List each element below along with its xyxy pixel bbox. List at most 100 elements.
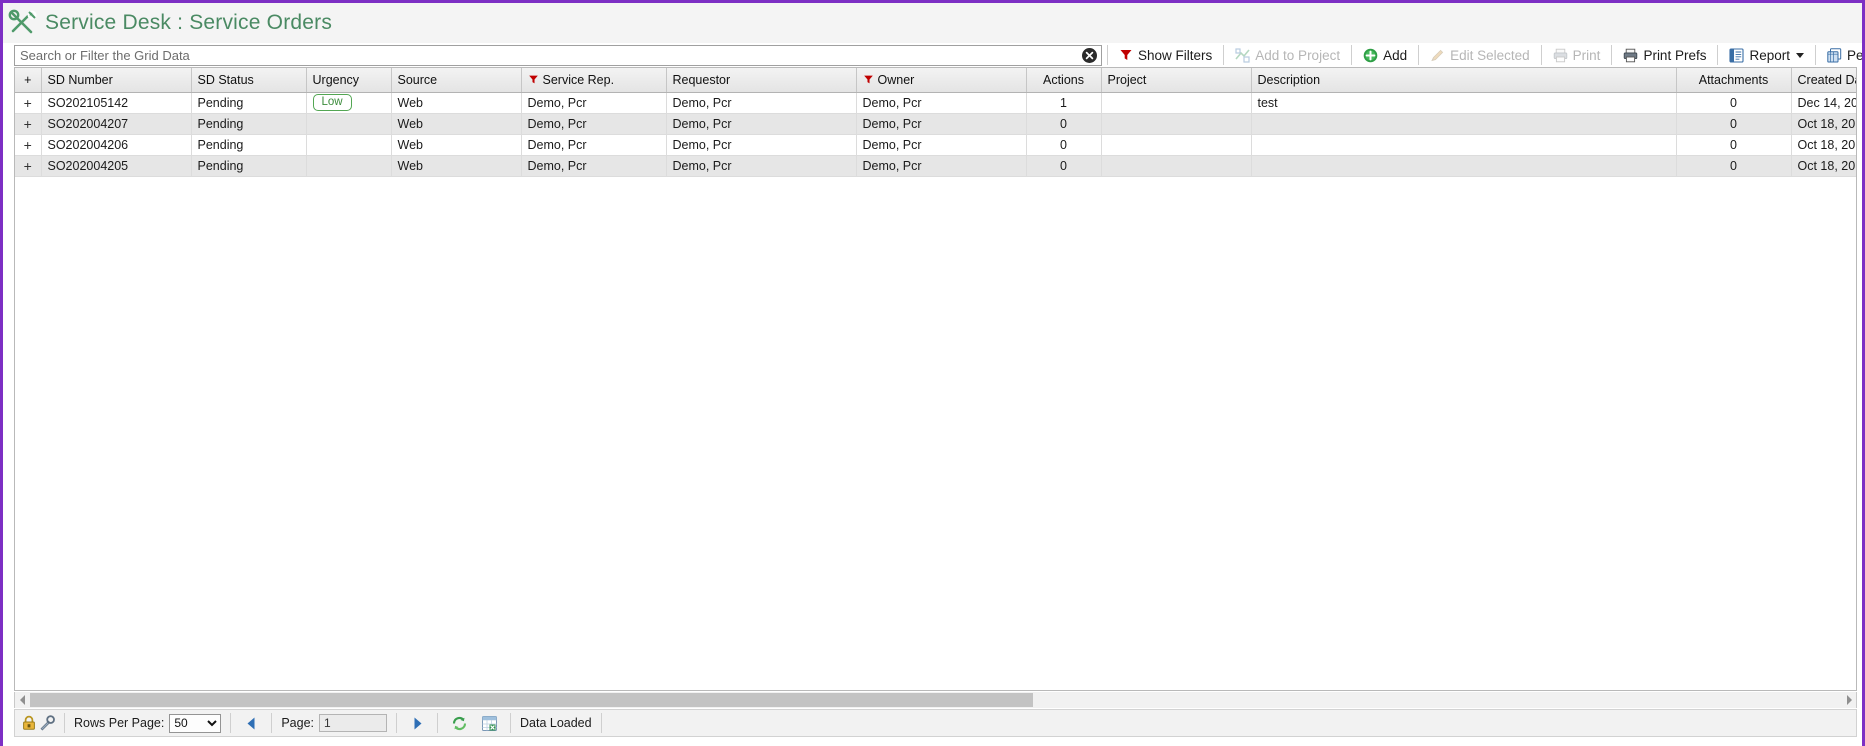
column-header-label: Source bbox=[398, 73, 438, 87]
cell-owner: Demo, Pcr bbox=[856, 92, 1026, 113]
cell-source: Web bbox=[391, 92, 521, 113]
status-separator-4 bbox=[396, 713, 397, 733]
show-filters-label: Show Filters bbox=[1138, 48, 1212, 63]
column-header-label: Actions bbox=[1043, 73, 1084, 87]
perspectives-icon bbox=[1827, 48, 1842, 63]
clear-search-icon[interactable] bbox=[1082, 48, 1097, 63]
scroll-right-icon[interactable] bbox=[1841, 692, 1856, 708]
cell-project bbox=[1101, 92, 1251, 113]
printer-prefs-icon bbox=[1623, 48, 1638, 63]
status-separator-3 bbox=[271, 713, 272, 733]
cell-sd_status: Pending bbox=[191, 155, 306, 176]
table-header: + SD Number SD Status Urgency Source Service … bbox=[15, 68, 1857, 92]
lock-icon[interactable] bbox=[21, 712, 37, 734]
edit-selected-button[interactable]: Edit Selected bbox=[1424, 44, 1536, 66]
column-header-project[interactable]: Project bbox=[1101, 68, 1251, 92]
column-header-label: Owner bbox=[878, 73, 915, 87]
prev-page-button[interactable] bbox=[240, 713, 262, 733]
cell-service_rep: Demo, Pcr bbox=[521, 113, 666, 134]
perspectives-button[interactable]: Perspectives bbox=[1821, 44, 1865, 66]
cell-sd_number: SO202004207 bbox=[41, 113, 191, 134]
refresh-icon[interactable] bbox=[447, 712, 471, 734]
toolbar-separator-7 bbox=[1717, 45, 1718, 65]
export-excel-icon[interactable] bbox=[477, 712, 501, 734]
rows-per-page-select[interactable]: 102550100 bbox=[169, 714, 221, 733]
add-to-project-icon bbox=[1235, 48, 1250, 63]
rows-per-page-group: Rows Per Page: 102550100 bbox=[74, 712, 221, 734]
expand-row-button[interactable]: + bbox=[15, 134, 41, 155]
status-message: Data Loaded bbox=[520, 716, 592, 730]
cell-urgency: Low bbox=[306, 92, 391, 113]
cell-attachments: 0 bbox=[1676, 113, 1791, 134]
cell-requestor: Demo, Pcr bbox=[666, 155, 856, 176]
add-label: Add bbox=[1383, 48, 1407, 63]
next-page-button[interactable] bbox=[406, 713, 428, 733]
cell-project bbox=[1101, 155, 1251, 176]
table-row[interactable]: +SO202004205PendingWebDemo, PcrDemo, Pcr… bbox=[15, 155, 1857, 176]
cell-created_date: Oct 18, 2019 bbox=[1791, 155, 1857, 176]
cell-actions: 1 bbox=[1026, 92, 1101, 113]
toolbar: Show Filters Add to Project bbox=[14, 43, 1857, 67]
column-header-actions[interactable]: Actions bbox=[1026, 68, 1101, 92]
add-to-project-button[interactable]: Add to Project bbox=[1229, 44, 1346, 66]
search-input[interactable] bbox=[14, 45, 1102, 66]
report-button[interactable]: Report bbox=[1723, 44, 1810, 66]
add-plus-icon bbox=[1363, 48, 1378, 63]
expand-row-button[interactable]: + bbox=[15, 92, 41, 113]
column-header-description[interactable]: Description bbox=[1251, 68, 1676, 92]
column-header-label: SD Status bbox=[198, 73, 254, 87]
column-header-source[interactable]: Source bbox=[391, 68, 521, 92]
chevron-down-icon bbox=[1796, 53, 1804, 58]
column-header-label: + bbox=[24, 73, 31, 87]
cell-owner: Demo, Pcr bbox=[856, 113, 1026, 134]
add-button[interactable]: Add bbox=[1357, 44, 1413, 66]
print-prefs-button[interactable]: Print Prefs bbox=[1617, 44, 1712, 66]
service-orders-table: +SD NumberSD StatusUrgencySourceService … bbox=[15, 68, 1857, 177]
table-row[interactable]: +SO202004207PendingWebDemo, PcrDemo, Pcr… bbox=[15, 113, 1857, 134]
title-bar: Service Desk : Service Orders bbox=[3, 3, 1862, 43]
add-to-project-label: Add to Project bbox=[1255, 48, 1340, 63]
toolbar-separator-3 bbox=[1351, 45, 1352, 65]
page-input[interactable] bbox=[319, 714, 387, 732]
column-header-owner[interactable]: Owner bbox=[856, 68, 1026, 92]
expand-row-button[interactable]: + bbox=[15, 113, 41, 134]
cell-source: Web bbox=[391, 134, 521, 155]
scroll-left-icon[interactable] bbox=[15, 692, 30, 708]
cell-source: Web bbox=[391, 113, 521, 134]
column-header-urgency[interactable]: Urgency bbox=[306, 68, 391, 92]
column-header-sd_number[interactable]: SD Number bbox=[41, 68, 191, 92]
column-header-sd_status[interactable]: SD Status bbox=[191, 68, 306, 92]
table-row[interactable]: +SO202004206PendingWebDemo, PcrDemo, Pcr… bbox=[15, 134, 1857, 155]
toolbar-separator-1 bbox=[1107, 45, 1108, 65]
cell-sd_status: Pending bbox=[191, 113, 306, 134]
status-bar: Rows Per Page: 102550100 Page: bbox=[14, 709, 1857, 737]
status-separator-5 bbox=[437, 713, 438, 733]
scrollbar-thumb[interactable] bbox=[30, 693, 1033, 707]
show-filters-button[interactable]: Show Filters bbox=[1113, 44, 1218, 66]
column-header-requestor[interactable]: Requestor bbox=[666, 68, 856, 92]
horizontal-scrollbar[interactable] bbox=[14, 692, 1857, 708]
column-header-expand[interactable]: + bbox=[15, 68, 41, 92]
report-label: Report bbox=[1749, 48, 1790, 63]
cell-description bbox=[1251, 113, 1676, 134]
page-label: Page: bbox=[281, 716, 314, 730]
cell-attachments: 0 bbox=[1676, 92, 1791, 113]
column-header-created_date[interactable]: Created Dat bbox=[1791, 68, 1857, 92]
status-separator-1 bbox=[64, 713, 65, 733]
cell-created_date: Oct 18, 2019 bbox=[1791, 113, 1857, 134]
toolbar-separator-2 bbox=[1223, 45, 1224, 65]
column-header-label: Created Dat bbox=[1798, 73, 1858, 87]
cell-description bbox=[1251, 155, 1676, 176]
print-button[interactable]: Print bbox=[1547, 44, 1607, 66]
cell-urgency bbox=[306, 134, 391, 155]
wrench-icon[interactable] bbox=[39, 712, 55, 734]
expand-row-button[interactable]: + bbox=[15, 155, 41, 176]
table-row[interactable]: +SO202105142PendingLowWebDemo, PcrDemo, … bbox=[15, 92, 1857, 113]
cell-project bbox=[1101, 134, 1251, 155]
toolbar-separator-5 bbox=[1541, 45, 1542, 65]
column-header-attachments[interactable]: Attachments bbox=[1676, 68, 1791, 92]
scrollbar-track[interactable] bbox=[30, 692, 1841, 708]
column-header-service_rep[interactable]: Service Rep. bbox=[521, 68, 666, 92]
printer-icon bbox=[1553, 48, 1568, 63]
data-grid: +SD NumberSD StatusUrgencySourceService … bbox=[14, 67, 1857, 691]
